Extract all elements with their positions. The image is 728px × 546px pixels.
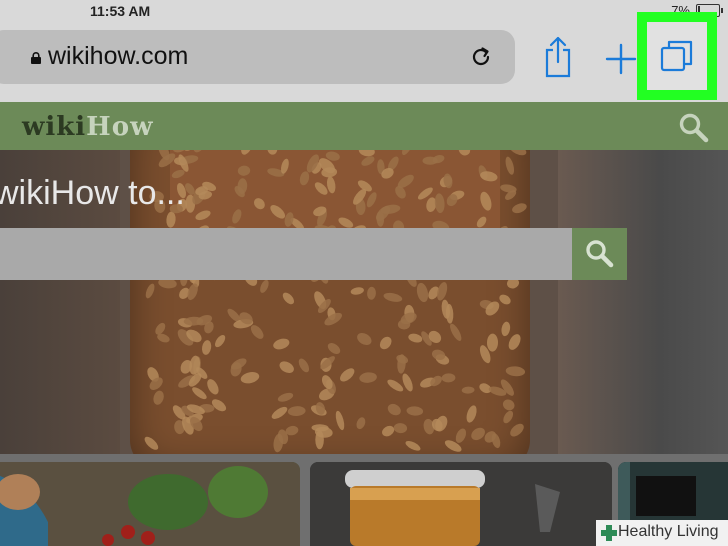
reload-icon[interactable] — [468, 44, 494, 70]
site-header: wikiHow — [0, 102, 728, 150]
watermark-label: Healthy Living — [618, 523, 719, 540]
article-card[interactable] — [310, 462, 612, 546]
share-icon[interactable] — [542, 36, 574, 78]
card-image — [310, 462, 612, 546]
lock-icon — [31, 52, 41, 64]
status-time: 11:53 AM — [90, 3, 151, 19]
plus-cross-icon — [601, 525, 617, 541]
search-button-icon — [586, 240, 614, 268]
tabs-icon — [660, 40, 693, 72]
search-icon[interactable] — [678, 112, 710, 144]
plus-icon[interactable] — [604, 42, 638, 76]
logo-wiki-text: wiki — [22, 112, 87, 142]
status-bar: 11:53 AM 7% — [0, 0, 728, 22]
browser-toolbar: wikihow.com — [0, 12, 728, 102]
card-image — [0, 462, 300, 546]
hero-section: wikiHow to... — [0, 150, 728, 454]
hero-title: wikiHow to... — [0, 174, 185, 212]
search-button[interactable] — [572, 228, 627, 280]
category-watermark: Healthy Living — [596, 520, 728, 546]
logo-how-text: How — [86, 112, 154, 142]
tabs-button-highlight — [637, 12, 717, 100]
site-logo[interactable]: wikiHow — [22, 112, 153, 142]
tabs-button[interactable] — [647, 22, 707, 90]
search-input[interactable] — [0, 228, 574, 280]
address-bar[interactable]: wikihow.com — [0, 30, 515, 84]
url-text[interactable]: wikihow.com — [48, 42, 188, 71]
article-card[interactable] — [0, 462, 300, 546]
